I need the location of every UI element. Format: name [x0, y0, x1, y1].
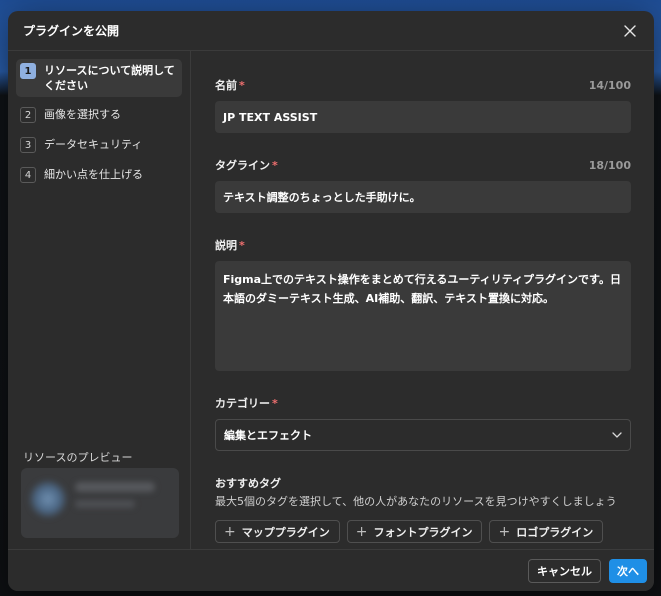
tag-chip[interactable]: + フォントプラグイン [346, 520, 483, 543]
close-icon [624, 24, 636, 37]
tag-chip[interactable]: + マッププラグイン [215, 520, 340, 543]
step-number: 2 [20, 107, 36, 123]
category-select[interactable]: 編集とエフェクト [215, 419, 631, 451]
required-mark: * [272, 159, 278, 172]
tagline-field-group: タグライン * 18/100 テキスト調整のちょっとした手助けに。 [215, 157, 631, 213]
name-label: 名前 [215, 79, 237, 92]
close-button[interactable] [620, 21, 640, 41]
recommended-tags-group: おすすめタグ 最大5個のタグを選択して、他の人があなたのリソースを見つけやすくし… [215, 475, 631, 549]
cancel-button[interactable]: キャンセル [528, 558, 601, 583]
step-label: データセキュリティ [44, 138, 143, 151]
required-mark: * [239, 79, 245, 92]
tagline-counter: 18/100 [588, 158, 631, 172]
tag-label: フォントプラグイン [373, 525, 473, 539]
description-textarea[interactable]: Figma上でのテキスト操作をまとめて行えるユーティリティプラグインです。日本語… [215, 261, 631, 371]
required-mark: * [272, 397, 278, 410]
plus-icon: + [498, 523, 511, 540]
step-label: 画像を選択する [44, 108, 121, 121]
tag-chip[interactable]: + ロゴプラグイン [489, 520, 604, 543]
step-item-4[interactable]: 4 細かい点を仕上げる [16, 163, 182, 187]
plus-icon: + [224, 523, 236, 540]
steps-sidebar: 1 リソースについて説明してください 2 画像を選択する 3 データセキュリティ… [8, 51, 191, 549]
category-label: カテゴリー [215, 397, 270, 410]
step-label: 細かい点を仕上げる [44, 168, 143, 181]
step-item-2[interactable]: 2 画像を選択する [16, 103, 182, 127]
recommended-tags-label: おすすめタグ [215, 477, 281, 490]
tagline-label: タグライン [215, 159, 270, 172]
name-input[interactable]: JP TEXT ASSIST [215, 101, 631, 133]
step-item-3[interactable]: 3 データセキュリティ [16, 133, 182, 157]
name-field-group: 名前 * 14/100 JP TEXT ASSIST [215, 77, 631, 133]
publish-plugin-dialog: プラグインを公開 1 リソースについて説明してください 2 画像を選択する 3 … [8, 11, 654, 591]
dialog-header: プラグインを公開 [8, 11, 654, 51]
description-field-group: 説明 * Figma上でのテキスト操作をまとめて行えるユーティリティプラグインです… [215, 237, 631, 371]
dialog-footer: キャンセル 次へ [8, 549, 654, 591]
step-number: 4 [20, 167, 36, 183]
chevron-down-icon [612, 432, 622, 438]
tag-label: マッププラグイン [241, 525, 330, 539]
tag-label: ロゴプラグイン [516, 525, 594, 539]
dialog-title: プラグインを公開 [23, 24, 120, 38]
category-field-group: カテゴリー * 編集とエフェクト [215, 395, 631, 451]
tagline-input[interactable]: テキスト調整のちょっとした手助けに。 [215, 181, 631, 213]
next-button[interactable]: 次へ [609, 558, 647, 583]
name-counter: 14/100 [588, 78, 631, 92]
required-mark: * [239, 239, 245, 252]
step-number: 1 [20, 63, 36, 79]
form-panel: 名前 * 14/100 JP TEXT ASSIST タグライン * 18/100 … [191, 51, 654, 549]
step-number: 3 [20, 137, 36, 153]
plus-icon: + [355, 523, 368, 540]
description-label: 説明 [215, 239, 237, 252]
resource-preview-thumbnail [21, 468, 179, 538]
step-item-1[interactable]: 1 リソースについて説明してください [16, 59, 182, 97]
step-label: リソースについて説明してください [44, 64, 175, 92]
recommended-tags-hint: 最大5個のタグを選択して、他の人があなたのリソースを見つけやすくしましょう [215, 495, 617, 508]
category-value: 編集とエフェクト [224, 429, 312, 442]
preview-label: リソースのプレビュー [23, 451, 133, 464]
